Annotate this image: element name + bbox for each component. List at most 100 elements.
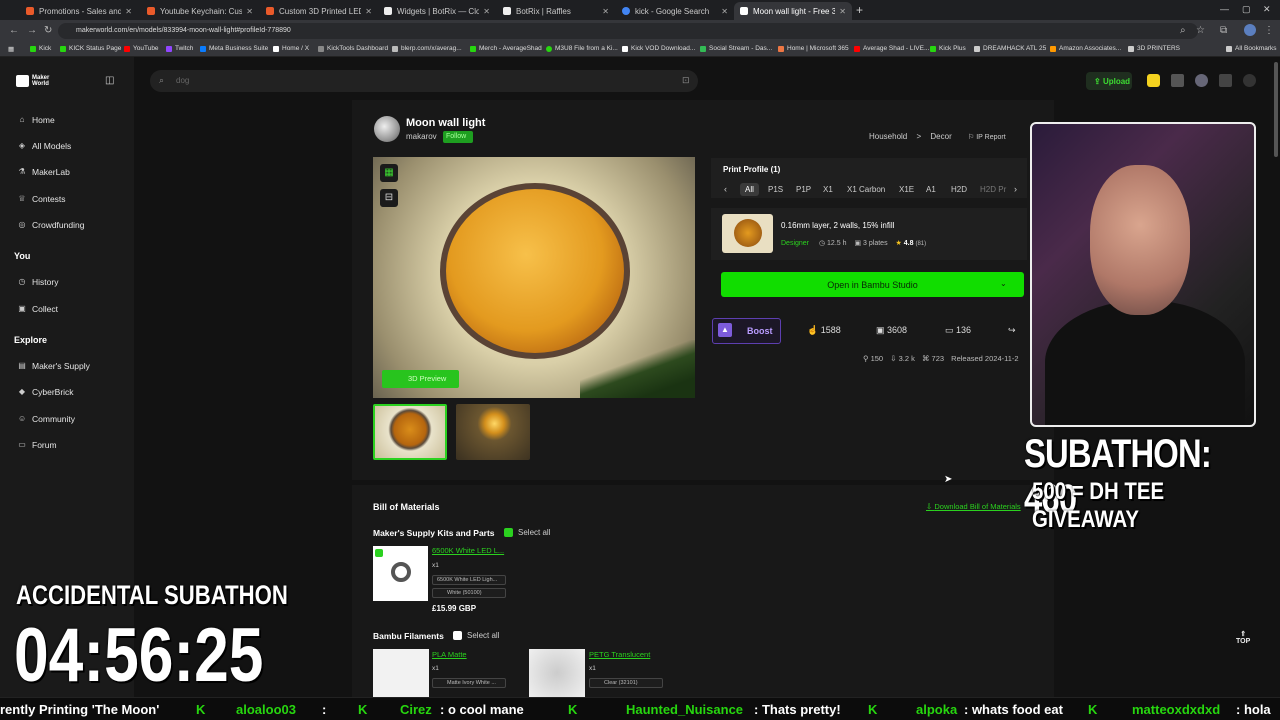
- thumbnail-1[interactable]: [373, 404, 447, 460]
- search-input[interactable]: dog: [150, 70, 698, 92]
- minimize-icon[interactable]: —: [1220, 4, 1229, 14]
- printer-chip-all[interactable]: All: [740, 183, 759, 196]
- 3d-preview-button[interactable]: 3D Preview: [382, 370, 459, 388]
- sidebar-item-makers-supply[interactable]: ▤ Maker's Supply: [18, 361, 90, 371]
- bookmark[interactable]: Average Shad - LIVE...: [854, 45, 929, 52]
- sidebar-toggle-icon[interactable]: ◫: [105, 75, 114, 86]
- ai-icon[interactable]: ▦: [380, 164, 398, 182]
- cart-icon[interactable]: [1171, 74, 1184, 87]
- bookmark[interactable]: Social Stream - Das...: [700, 45, 772, 52]
- breadcrumb-household[interactable]: Household: [869, 132, 907, 141]
- comments-button[interactable]: ▭ 136: [945, 318, 971, 344]
- filament-color-select[interactable]: Matte Ivory White ...: [432, 678, 506, 688]
- bookmark[interactable]: Kick VOD Download...: [622, 45, 695, 52]
- back-icon[interactable]: ←: [9, 25, 19, 36]
- sidebar-item-history[interactable]: ◷ History: [18, 277, 59, 287]
- author-name[interactable]: makarov: [406, 132, 437, 141]
- address-bar[interactable]: makerworld.com/en/models/833994-moon-wal…: [58, 23, 1198, 39]
- sidebar-item-cyberbrick[interactable]: ◆ CyberBrick: [18, 387, 74, 397]
- gift-icon[interactable]: ⊟: [380, 189, 398, 207]
- thumbnail-2[interactable]: [456, 404, 530, 460]
- bookmark[interactable]: Kick Plus: [930, 45, 966, 52]
- bookmark-star-icon[interactable]: ☆: [1196, 25, 1205, 36]
- browser-tab[interactable]: Widgets | BotRix — Cloud Stre✕: [378, 2, 496, 20]
- close-icon[interactable]: ✕: [721, 7, 728, 16]
- scrollbar[interactable]: [1274, 62, 1278, 157]
- bookmark[interactable]: DREAMHACK ATL 25: [974, 45, 1046, 52]
- printer-chip[interactable]: H2D: [946, 183, 972, 196]
- browser-tab[interactable]: Promotions - Sales and discou✕: [20, 2, 138, 20]
- new-tab-icon[interactable]: +: [856, 3, 863, 17]
- open-in-bambu-studio-button[interactable]: Open in Bambu Studio: [721, 272, 1024, 297]
- bookmark[interactable]: Merch - AverageShad: [470, 45, 542, 52]
- bookmark[interactable]: M3U8 File from a Ki...: [546, 45, 618, 52]
- bookmark[interactable]: YouTube: [124, 45, 159, 52]
- checkbox-unchecked[interactable]: [453, 631, 462, 640]
- filament-link-petg[interactable]: PETG Translucent: [589, 650, 650, 659]
- image-search-icon[interactable]: ⊡: [682, 75, 690, 86]
- printer-chip[interactable]: X1E: [894, 183, 919, 196]
- extensions-icon[interactable]: ⧉: [1220, 25, 1227, 36]
- sidebar-item-crowdfunding[interactable]: ◎ Crowdfunding: [18, 220, 85, 230]
- close-window-icon[interactable]: ✕: [1263, 4, 1271, 15]
- browser-tab[interactable]: Youtube Keychain: Custom Na✕: [141, 2, 259, 20]
- bookmark[interactable]: KickTools Dashboard: [318, 45, 388, 52]
- kit-checkbox[interactable]: [375, 549, 383, 557]
- points-icon[interactable]: [1147, 74, 1160, 87]
- download-bom-link[interactable]: ⇩ Download Bill of Materials: [926, 502, 1021, 511]
- checkbox-checked[interactable]: [504, 528, 513, 537]
- close-icon[interactable]: ✕: [365, 7, 372, 16]
- printer-chip[interactable]: X1: [818, 183, 838, 196]
- follow-button[interactable]: Follow: [443, 131, 473, 143]
- sidebar-item-collect[interactable]: ▣ Collect: [18, 304, 58, 314]
- select-all-kits[interactable]: Select all: [504, 528, 550, 537]
- browser-tab-active[interactable]: Moon wall light - Free 3D Print✕: [734, 2, 852, 20]
- close-icon[interactable]: ✕: [483, 7, 490, 16]
- bookmark[interactable]: Amazon Associates...: [1050, 45, 1121, 52]
- author-avatar[interactable]: [374, 116, 400, 142]
- apps-icon[interactable]: ▦: [8, 45, 14, 53]
- kit-variant-select[interactable]: 6500K White LED Ligh...: [432, 575, 506, 585]
- printer-chip[interactable]: X1 Carbon: [842, 183, 890, 196]
- bookmark[interactable]: blerp.com/x/averag...: [392, 45, 462, 52]
- close-icon[interactable]: ✕: [125, 7, 132, 16]
- back-to-top-button[interactable]: ⇑ TOP: [1236, 630, 1250, 645]
- filament-image-pla[interactable]: [373, 649, 429, 697]
- printer-chip[interactable]: H2D Pr: [975, 183, 1011, 196]
- makerworld-logo[interactable]: Maker World: [16, 75, 54, 87]
- filament-image-petg[interactable]: [529, 649, 585, 697]
- close-icon[interactable]: ✕: [839, 7, 846, 16]
- forward-icon[interactable]: →: [27, 25, 37, 36]
- sidebar-item-community[interactable]: ☺ Community: [18, 414, 75, 424]
- chevron-left-icon[interactable]: ‹: [724, 184, 727, 194]
- breadcrumb-decor[interactable]: Decor: [930, 132, 951, 141]
- like-button[interactable]: ☝ 1588: [807, 318, 841, 344]
- collect-button[interactable]: ▣ 3608: [876, 318, 907, 344]
- chevron-right-icon[interactable]: ›: [1014, 184, 1017, 194]
- menu-icon[interactable]: ⋮: [1264, 25, 1274, 36]
- chevron-down-icon[interactable]: ⌄: [1000, 279, 1007, 288]
- printer-chip[interactable]: P1P: [791, 183, 816, 196]
- bookmark[interactable]: Meta Business Suite: [200, 45, 268, 52]
- browser-tab[interactable]: Custom 3D Printed LED Name✕: [260, 2, 378, 20]
- bookmark[interactable]: Kick: [30, 45, 51, 52]
- share-button[interactable]: ↪: [1008, 318, 1016, 344]
- messages-icon[interactable]: [1219, 74, 1232, 87]
- sidebar-item-forum[interactable]: ▭ Forum: [18, 440, 56, 450]
- kit-color-select[interactable]: White (50100): [432, 588, 506, 598]
- bookmark[interactable]: Twitch: [166, 45, 193, 52]
- printer-chip[interactable]: A1: [921, 183, 941, 196]
- select-all-filaments[interactable]: Select all: [453, 631, 499, 640]
- printer-chip[interactable]: P1S: [763, 183, 788, 196]
- filament-color-select[interactable]: Clear (32101): [589, 678, 663, 688]
- bookmark[interactable]: KICK Status Page: [60, 45, 121, 52]
- reload-icon[interactable]: ↻: [44, 25, 52, 36]
- sidebar-item-contests[interactable]: ♕ Contests: [18, 194, 65, 204]
- bookmark[interactable]: Home / X: [273, 45, 309, 52]
- close-icon[interactable]: ✕: [246, 7, 253, 16]
- zoom-icon[interactable]: ⌕: [1180, 25, 1186, 36]
- bookmark[interactable]: 3D PRINTERS: [1128, 45, 1180, 52]
- globe-icon[interactable]: [1195, 74, 1208, 87]
- kit-name-link[interactable]: 6500K White LED L...: [432, 546, 504, 555]
- ip-report-link[interactable]: ⚐ IP Report: [968, 134, 1006, 141]
